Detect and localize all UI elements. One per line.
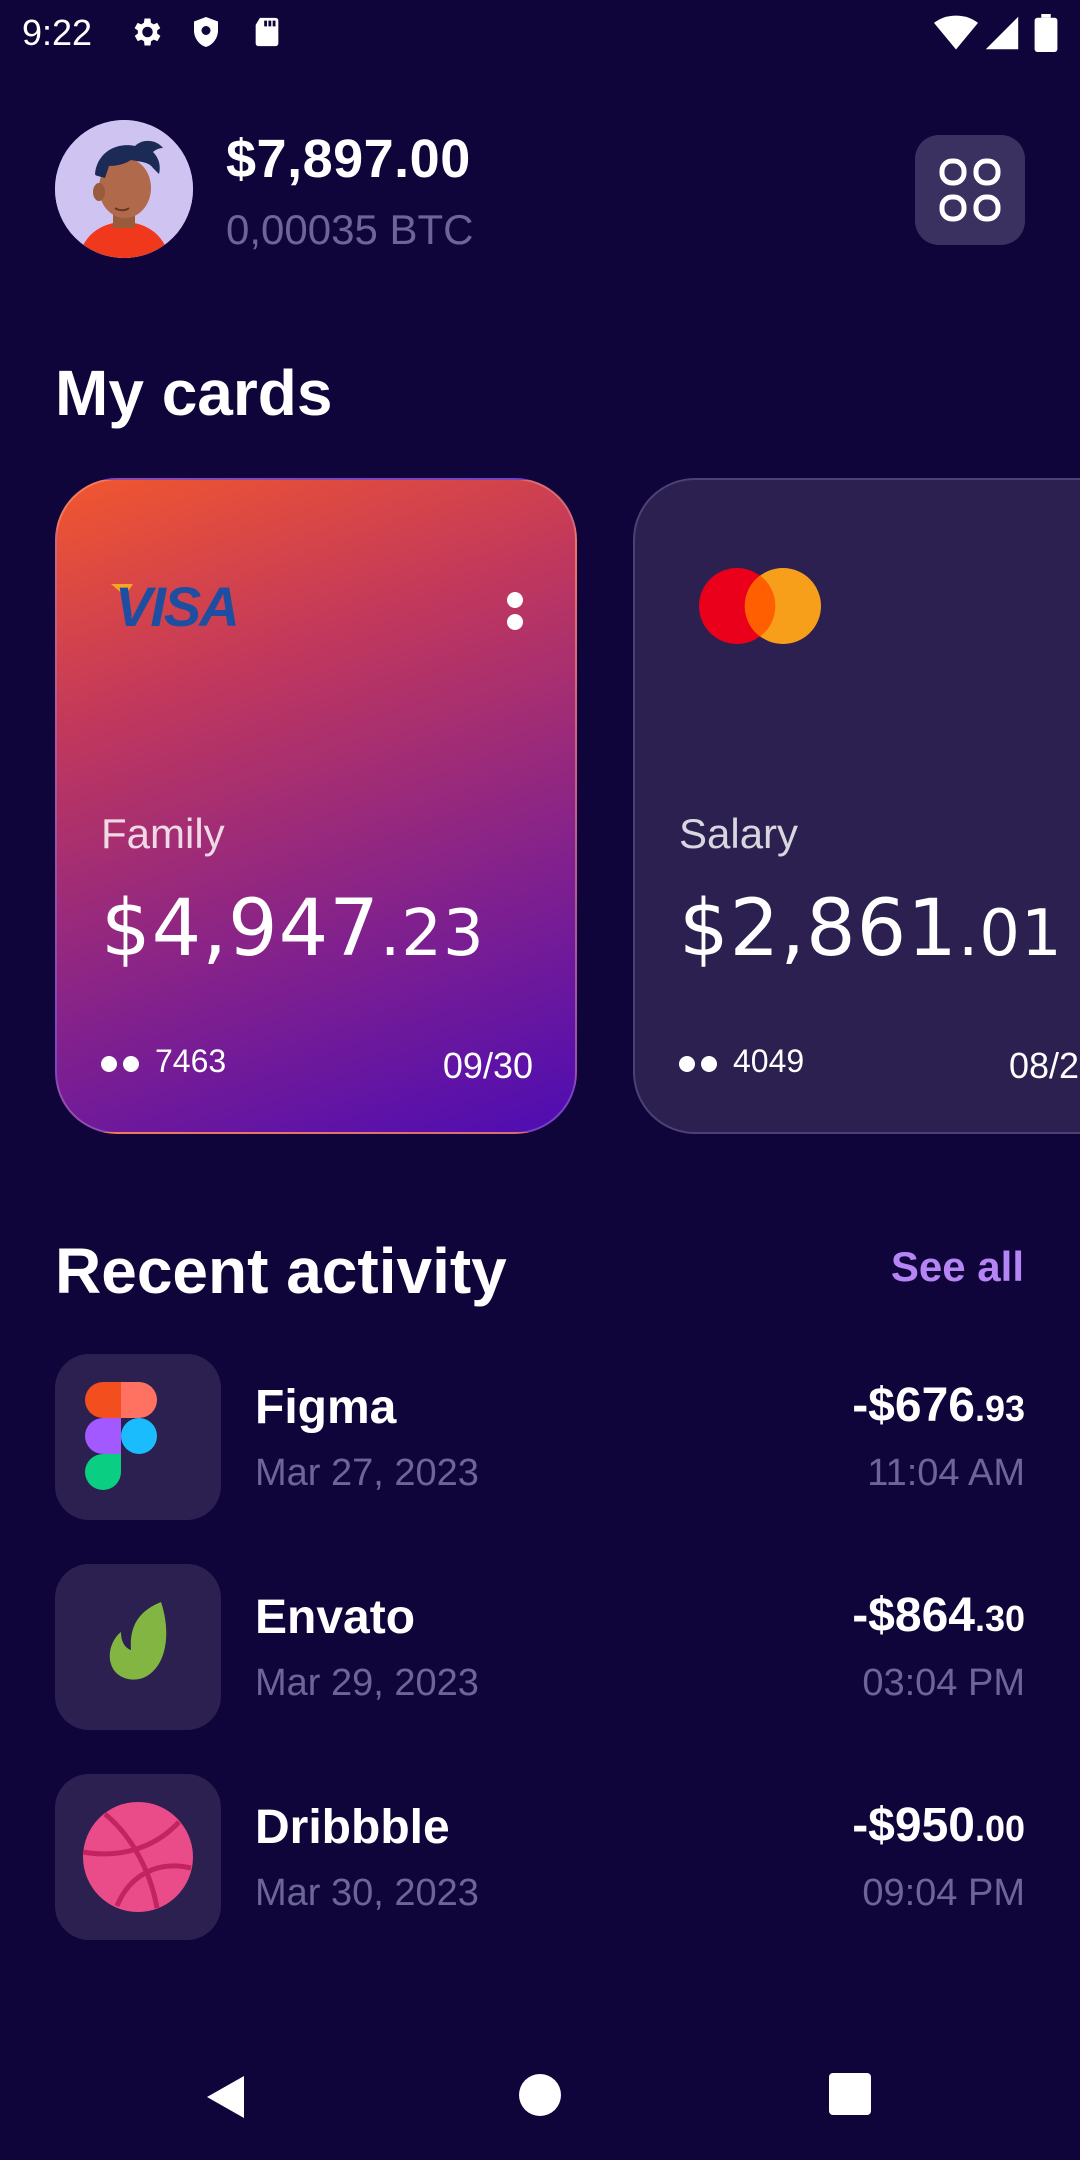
card-expiry: 09/30	[442, 1045, 533, 1086]
recent-activity-title: Recent activity	[55, 1235, 507, 1307]
card-balance: $2,861.01	[679, 884, 1063, 974]
list-item[interactable]: Envato Mar 29, 2023 -$864.30 03:04 PM	[55, 1564, 1025, 1730]
transaction-date: Mar 29, 2023	[255, 1662, 479, 1704]
grid-apps-icon	[939, 158, 1001, 222]
recents-icon[interactable]	[829, 2073, 871, 2115]
total-balance: $7,897.00	[226, 129, 471, 189]
dribbble-tile	[55, 1774, 221, 1940]
card-balance: $4,947.23	[101, 884, 485, 974]
transaction-amount: -$950.00	[852, 1799, 1025, 1852]
sd-card-icon	[255, 17, 279, 47]
status-time: 9:22	[22, 12, 93, 53]
user-avatar-illustration	[55, 120, 193, 258]
transaction-amount: -$676.93	[852, 1379, 1025, 1432]
battery-icon	[1034, 14, 1058, 52]
transaction-time: 03:04 PM	[862, 1662, 1025, 1704]
shield-icon	[194, 17, 218, 47]
list-item[interactable]: Dribbble Mar 30, 2023 -$950.00 09:04 PM	[55, 1774, 1025, 1940]
envato-icon	[109, 1602, 167, 1680]
envato-tile	[55, 1564, 221, 1730]
transaction-amount: -$864.30	[852, 1589, 1025, 1642]
scan-button[interactable]	[915, 135, 1025, 245]
back-icon[interactable]	[204, 2074, 248, 2120]
transaction-time: 09:04 PM	[862, 1872, 1025, 1914]
card-last4: 7463	[155, 1043, 227, 1079]
visa-icon: VISA	[111, 575, 240, 638]
signal-icon	[985, 16, 1019, 50]
transaction-date: Mar 27, 2023	[255, 1452, 479, 1494]
figma-icon	[85, 1382, 157, 1490]
wifi-icon	[934, 15, 978, 50]
card-last4: 4049	[733, 1043, 805, 1079]
transaction-time: 11:04 AM	[867, 1452, 1025, 1494]
list-item[interactable]: Figma Mar 27, 2023 -$676.93 11:04 AM	[55, 1354, 1025, 1520]
figma-tile	[55, 1354, 221, 1520]
dribbble-icon	[82, 1802, 193, 1912]
transaction-date: Mar 30, 2023	[255, 1872, 479, 1914]
merchant-name: Figma	[255, 1381, 397, 1434]
card-menu-icon[interactable]	[507, 592, 523, 634]
visa-logo: VISA	[109, 575, 249, 646]
card-label: Salary	[679, 810, 799, 857]
masked-dots	[101, 1056, 139, 1072]
mastercard-icon	[699, 568, 821, 644]
svg-text:VISA: VISA	[115, 576, 238, 632]
system-nav-bar	[0, 2040, 1080, 2150]
my-cards-title: My cards	[55, 357, 333, 429]
wallet-screen: 9:22 $7,897.00 0,00035 BTC My cards VISA…	[0, 0, 1080, 2160]
card-expiry: 08/2	[1009, 1045, 1080, 1086]
masked-dots	[679, 1056, 717, 1072]
avatar[interactable]	[55, 120, 193, 258]
see-all-link[interactable]: See all	[891, 1243, 1024, 1291]
card-salary[interactable]: Salary $2,861.01 4049 08/2	[633, 478, 1080, 1134]
merchant-name: Dribbble	[255, 1801, 450, 1854]
home-icon[interactable]	[519, 2074, 561, 2116]
card-family[interactable]: VISA Family $4,947.23 7463 09/30	[55, 478, 577, 1134]
btc-balance: 0,00035 BTC	[226, 206, 474, 253]
status-bar: 9:22	[0, 0, 1080, 66]
merchant-name: Envato	[255, 1591, 416, 1644]
settings-icon	[134, 18, 161, 46]
card-label: Family	[101, 810, 225, 857]
